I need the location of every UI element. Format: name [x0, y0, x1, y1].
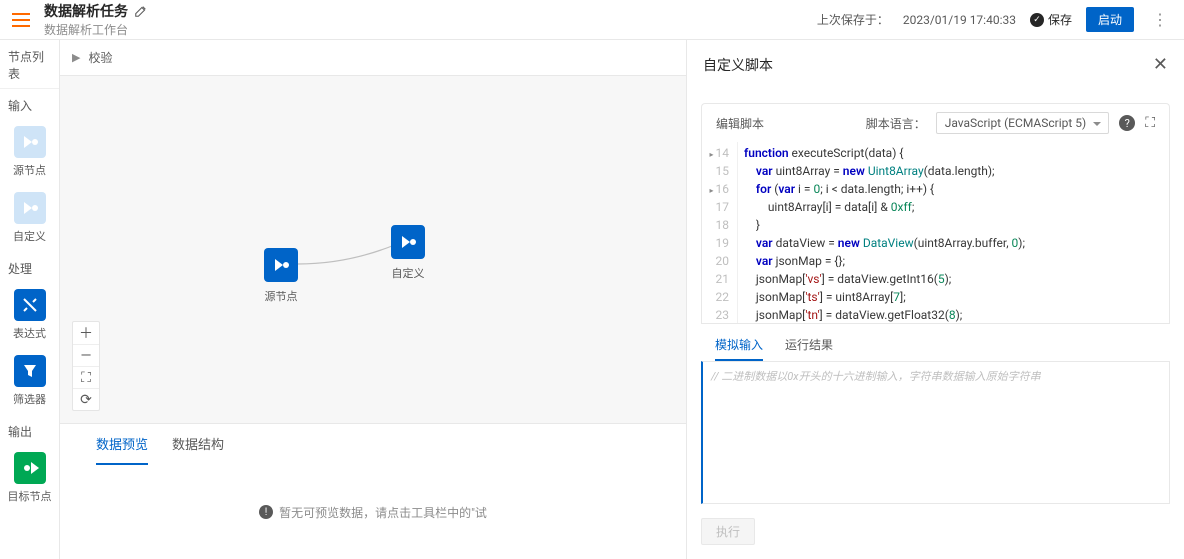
tab-data-preview[interactable]: 数据预览: [96, 424, 148, 465]
execute-button[interactable]: 执行: [701, 518, 755, 545]
sidebar-item-label: 筛选器: [13, 391, 46, 407]
tab-sim-input[interactable]: 模拟输入: [715, 330, 763, 361]
info-icon: !: [259, 505, 273, 519]
target-node-icon: [21, 459, 39, 477]
zoom-out-button[interactable]: —: [73, 344, 99, 366]
zoom-reset-button[interactable]: ⟳: [73, 388, 99, 410]
code-editor[interactable]: 14151617181920212223242526 function exec…: [701, 142, 1170, 324]
sidebar: 节点列表 输入 源节点 自定义 处理 表达式 筛选器 输出 目标节点: [0, 40, 60, 559]
more-icon[interactable]: ⋮: [1148, 10, 1172, 29]
source-node-icon: [271, 255, 291, 275]
edit-icon[interactable]: [134, 4, 148, 18]
canvas-node-source[interactable]: 源节点: [264, 248, 298, 304]
last-saved-time: 2023/01/19 17:40:33: [903, 13, 1016, 27]
sidebar-item-custom[interactable]: 自定义: [0, 186, 59, 252]
sidebar-item-label: 表达式: [13, 325, 46, 341]
page-title: 数据解析任务: [44, 1, 128, 21]
preview-tabs: 数据预览 数据结构: [60, 423, 686, 465]
sidebar-section-process: 处理: [0, 252, 59, 283]
sidebar-item-label: 目标节点: [8, 488, 52, 504]
canvas[interactable]: 源节点 自定义 ＋ — ⛶ ⟳: [60, 76, 686, 423]
tab-run-result[interactable]: 运行结果: [785, 330, 833, 361]
source-node-icon: [21, 133, 39, 151]
edge-source-custom: [296, 244, 396, 274]
right-panel: 自定义脚本 ✕ 编辑脚本 脚本语言： JavaScript (ECMAScrip…: [686, 40, 1184, 559]
sidebar-item-target[interactable]: 目标节点: [0, 446, 59, 512]
custom-node-icon: [21, 199, 39, 217]
expression-icon: [21, 296, 39, 314]
code-content[interactable]: function executeScript(data) { var uint8…: [738, 142, 1169, 323]
script-lang-label: 脚本语言：: [866, 115, 926, 132]
fullscreen-icon[interactable]: ⛶: [1145, 115, 1155, 131]
zoom-in-button[interactable]: ＋: [73, 322, 99, 344]
zoom-fit-button[interactable]: ⛶: [73, 366, 99, 388]
sidebar-item-label: 源节点: [13, 162, 46, 178]
title-block: 数据解析任务 数据解析工作台: [44, 1, 817, 38]
zoom-controls: ＋ — ⛶ ⟳: [72, 321, 100, 411]
filter-icon: [21, 362, 39, 380]
sidebar-section-nodelist: 节点列表: [0, 40, 59, 89]
preview-empty-text: 暂无可预览数据，请点击工具栏中的"试: [279, 504, 487, 521]
script-lang-select[interactable]: JavaScript (ECMAScript 5): [936, 112, 1109, 134]
preview-body: ! 暂无可预览数据，请点击工具栏中的"试: [60, 465, 686, 559]
sim-input-area[interactable]: // 二进制数据以0x开头的十六进制输入，字符串数据输入原始字符串: [701, 361, 1170, 504]
tab-data-structure[interactable]: 数据结构: [172, 424, 224, 465]
sim-tabs: 模拟输入 运行结果: [701, 324, 1170, 361]
sidebar-item-source[interactable]: 源节点: [0, 120, 59, 186]
canvas-toolbar: ▶ 校验: [60, 40, 686, 76]
node-label: 自定义: [392, 265, 425, 281]
start-button[interactable]: 启动: [1086, 7, 1134, 32]
sidebar-section-input: 输入: [0, 89, 59, 120]
help-icon[interactable]: ?: [1119, 115, 1135, 131]
play-icon[interactable]: ▶: [72, 51, 80, 64]
sidebar-item-filter[interactable]: 筛选器: [0, 349, 59, 415]
sidebar-section-output: 输出: [0, 415, 59, 446]
close-icon[interactable]: ✕: [1153, 54, 1168, 75]
save-button[interactable]: ✓ 保存: [1030, 11, 1072, 28]
panel-title: 自定义脚本: [703, 55, 773, 75]
sidebar-item-label: 自定义: [13, 228, 46, 244]
save-label: 保存: [1048, 11, 1072, 28]
edit-script-label: 编辑脚本: [716, 115, 764, 132]
canvas-node-custom[interactable]: 自定义: [391, 225, 425, 281]
last-saved-label: 上次保存于：: [817, 11, 889, 28]
sim-input-placeholder: // 二进制数据以0x开头的十六进制输入，字符串数据输入原始字符串: [711, 370, 1041, 383]
check-icon: ✓: [1030, 13, 1044, 27]
menu-icon[interactable]: [12, 13, 30, 27]
validate-button[interactable]: 校验: [88, 49, 112, 66]
line-gutter: 14151617181920212223242526: [702, 142, 738, 323]
sidebar-item-expression[interactable]: 表达式: [0, 283, 59, 349]
page-subtitle: 数据解析工作台: [44, 21, 817, 38]
custom-node-icon: [398, 232, 418, 252]
node-label: 源节点: [265, 288, 298, 304]
